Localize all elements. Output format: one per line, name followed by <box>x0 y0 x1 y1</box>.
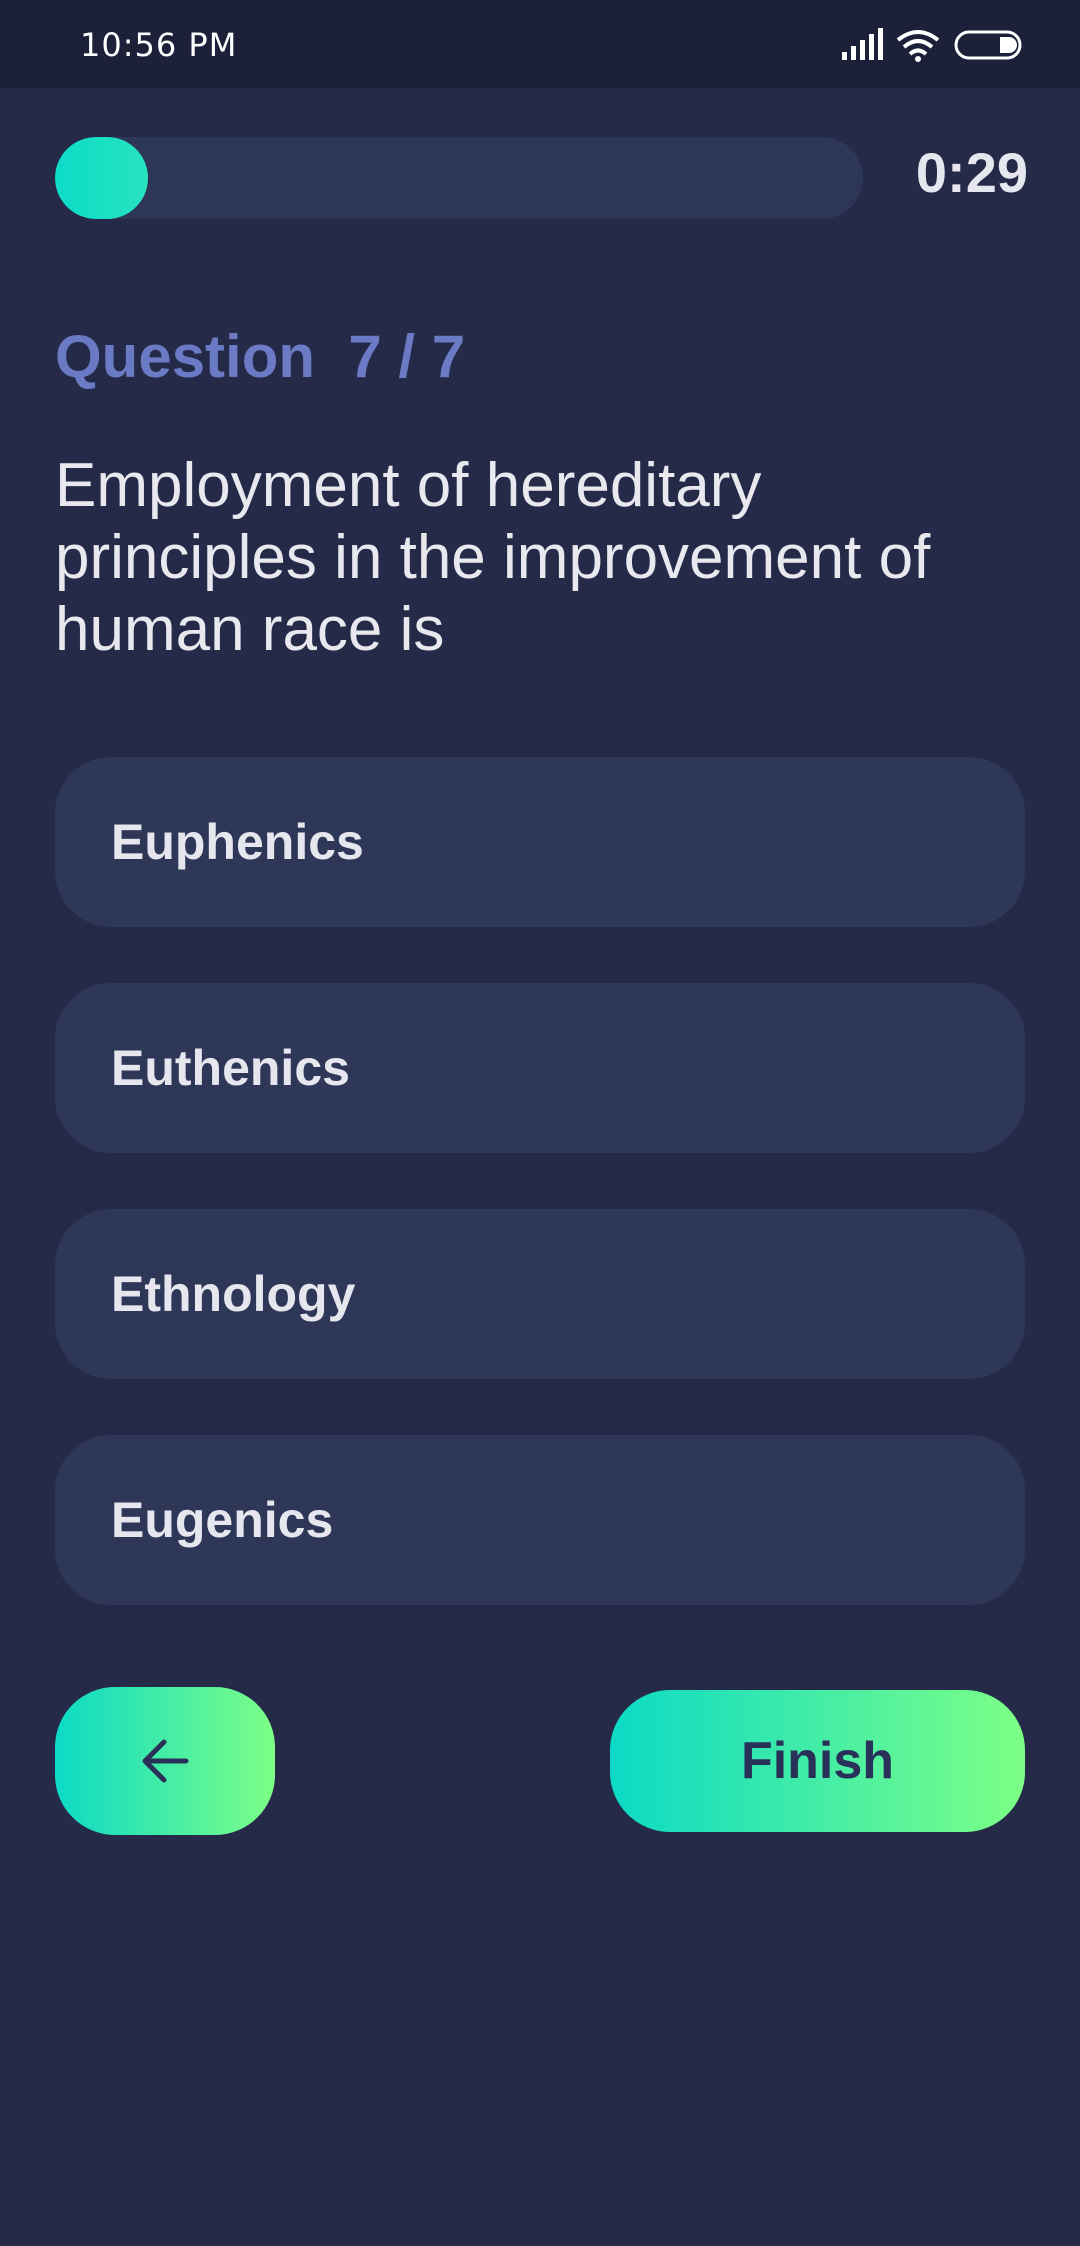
wifi-icon <box>896 30 940 62</box>
back-button[interactable] <box>55 1687 275 1835</box>
progress-bar <box>55 137 863 219</box>
battery-icon <box>954 30 1022 60</box>
status-time: 10:56 PM <box>80 26 238 64</box>
arrow-left-icon <box>142 1739 189 1783</box>
status-bar: 10:56 PM <box>0 0 1080 88</box>
finish-button[interactable]: Finish <box>610 1690 1025 1832</box>
answer-option[interactable]: Euthenics <box>55 983 1025 1153</box>
answer-option-label: Ethnology <box>111 1266 356 1322</box>
question-text: Employment of hereditary principles in t… <box>55 451 931 664</box>
finish-button-label: Finish <box>740 1732 895 1790</box>
answer-options: Euphenics Euthenics Ethnology Eugenics <box>55 757 1025 1661</box>
answer-option-label: Eugenics <box>111 1492 334 1548</box>
answer-option[interactable]: Euphenics <box>55 757 1025 927</box>
answer-option-label: Euthenics <box>111 1040 350 1096</box>
progress-fill <box>55 137 148 219</box>
question-counter: Question 7 / 7 <box>55 323 466 390</box>
answer-option-label: Euphenics <box>111 814 364 870</box>
answer-option[interactable]: Eugenics <box>55 1435 1025 1605</box>
countdown-timer: 0:29 <box>915 141 1028 204</box>
answer-option[interactable]: Ethnology <box>55 1209 1025 1379</box>
signal-icon <box>842 28 883 60</box>
